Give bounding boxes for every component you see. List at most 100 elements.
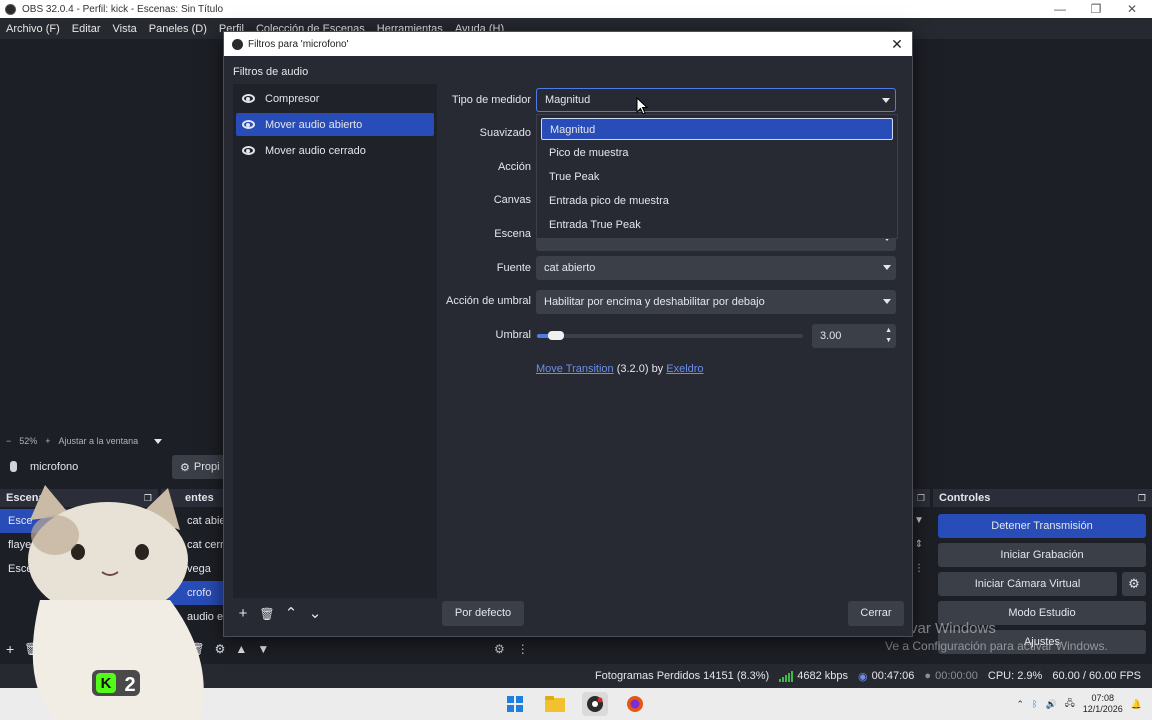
smoothing-label: Suavizado <box>479 127 531 139</box>
source-select[interactable]: cat abierto <box>536 256 896 280</box>
minimize-icon[interactable]: — <box>1042 0 1078 18</box>
move-filter-up-icon[interactable]: ⌃ <box>281 604 301 624</box>
zoom-out-button[interactable]: − <box>6 436 11 446</box>
source-item[interactable]: audio es <box>161 605 226 629</box>
windows-taskbar: ⌃ ᛒ 🔊 🖧 07:08 12/1/2026 🔔 <box>0 688 1152 720</box>
filter-item-move-audio-closed[interactable]: Mover audio cerrado <box>236 139 434 162</box>
bitrate-value: 4682 kbps <box>797 670 848 682</box>
properties-label: Propi <box>193 461 220 473</box>
mouse-cursor-icon <box>636 97 648 115</box>
file-explorer-icon[interactable] <box>542 692 568 716</box>
remove-source-icon[interactable]: 🗑 <box>189 642 204 656</box>
move-down-icon[interactable]: ▼ <box>257 642 269 656</box>
more-options-icon[interactable]: ⋮ <box>912 563 926 581</box>
system-tray: ⌃ ᛒ 🔊 🖧 07:08 12/1/2026 🔔 <box>1017 688 1152 720</box>
streaming-time-value: 00:47:06 <box>871 670 915 682</box>
threshold-spinbox[interactable]: 3.00 ▲ ▼ <box>812 324 896 348</box>
plugin-info: Move Transition (3.2.0) by Exeldro <box>536 363 704 375</box>
add-scene-icon[interactable]: + <box>6 641 14 657</box>
source-item[interactable]: cat abie <box>161 509 226 533</box>
notification-bell-icon[interactable]: 🔔 <box>1131 699 1142 710</box>
spin-up-icon[interactable]: ▲ <box>885 327 892 335</box>
remove-scene-icon[interactable]: 🗑 <box>24 642 39 656</box>
menu-view[interactable]: Vista <box>107 23 143 35</box>
more-options-icon[interactable]: ⋮ <box>517 642 529 656</box>
chevron-down-icon <box>883 265 891 270</box>
zoom-in-button[interactable]: + <box>45 436 50 446</box>
scene-item[interactable]: flayer <box>0 533 158 557</box>
plugin-name-link[interactable]: Move Transition <box>536 363 614 375</box>
microphone-icon <box>10 461 17 472</box>
window-title: OBS 32.0.4 - Perfil: kick - Escenas: Sin… <box>22 3 224 15</box>
scene-label: Escena <box>494 228 531 240</box>
move-filter-down-icon[interactable]: ⌄ <box>305 604 325 624</box>
spin-down-icon[interactable]: ▼ <box>885 337 892 345</box>
filter-item-move-audio-open[interactable]: Mover audio abierto <box>236 113 434 136</box>
chevron-down-icon[interactable]: ▼ <box>912 515 926 533</box>
defaults-button[interactable]: Por defecto <box>442 601 524 626</box>
dropdown-option[interactable]: Entrada True Peak <box>541 214 893 236</box>
add-filter-icon[interactable]: + <box>233 604 253 624</box>
properties-button[interactable]: ⚙ Propi <box>172 455 230 479</box>
broadcast-icon: ◉ <box>857 670 868 683</box>
fit-to-window-button[interactable]: Ajustar a la ventana <box>59 436 139 446</box>
menu-docks[interactable]: Paneles (D) <box>143 23 213 35</box>
firefox-icon[interactable] <box>622 692 648 716</box>
streaming-time: ◉ 00:47:06 <box>858 670 914 683</box>
canvas-label: Canvas <box>493 194 531 206</box>
source-settings-icon[interactable]: ⚙ <box>215 642 226 656</box>
eye-icon[interactable] <box>242 120 255 129</box>
obs-logo-icon <box>5 3 16 15</box>
remove-filter-icon[interactable]: 🗑 <box>257 604 277 624</box>
source-item[interactable]: crofo <box>161 581 226 605</box>
threshold-action-select[interactable]: Habilitar por encima y deshabilitar por … <box>536 290 896 314</box>
menu-edit[interactable]: Editar <box>66 23 107 35</box>
plugin-version: (3.2.0) by <box>616 363 664 375</box>
windows-start-icon[interactable] <box>502 692 528 716</box>
plugin-author-link[interactable]: Exeldro <box>666 363 703 375</box>
controls-dock-title: Controles <box>939 492 991 504</box>
eye-icon[interactable] <box>242 146 255 155</box>
dropdown-option[interactable]: True Peak <box>541 166 893 188</box>
network-icon[interactable]: 🖧 <box>1065 696 1075 712</box>
scene-item[interactable]: Esce <box>0 509 158 533</box>
threshold-slider[interactable] <box>537 331 803 340</box>
dock-float-icon[interactable]: ❐ <box>144 493 152 504</box>
chevron-down-icon[interactable] <box>154 438 163 444</box>
volume-icon[interactable]: 🔊 <box>1045 699 1056 710</box>
recording-time-value: 00:00:00 <box>935 670 978 682</box>
spin-arrows-icon[interactable]: ⇕ <box>912 539 926 557</box>
stop-streaming-button[interactable]: Detener Transmisión <box>938 514 1146 538</box>
obs-taskbar-icon[interactable] <box>582 692 608 716</box>
filter-toolbar: + 🗑 ⌃ ⌄ <box>233 604 325 624</box>
dropdown-option[interactable]: Entrada pico de muestra <box>541 190 893 212</box>
filter-item-compressor[interactable]: Compresor <box>236 87 434 110</box>
source-value: cat abierto <box>544 262 596 274</box>
move-up-icon[interactable]: ▲ <box>235 642 247 656</box>
meter-type-select[interactable]: Magnitud <box>536 88 896 112</box>
mixer-dock-float-icon[interactable]: ❐ <box>912 489 930 507</box>
bluetooth-icon[interactable]: ᛒ <box>1032 699 1037 709</box>
dropdown-option[interactable]: Pico de muestra <box>541 142 893 164</box>
dropdown-option[interactable]: Magnitud <box>541 118 893 140</box>
start-virtual-camera-button[interactable]: Iniciar Cámara Virtual <box>938 572 1117 596</box>
menu-file[interactable]: Archivo (F) <box>0 23 66 35</box>
close-button[interactable]: Cerrar <box>848 601 904 626</box>
virtual-camera-settings-button[interactable]: ⚙ <box>1122 572 1146 596</box>
taskbar-clock[interactable]: 07:08 12/1/2026 <box>1083 693 1123 715</box>
eye-icon[interactable] <box>242 94 255 103</box>
close-icon[interactable]: ✕ <box>888 35 906 53</box>
clock-time: 07:08 <box>1091 693 1115 703</box>
scene-item[interactable]: Escena <box>0 557 158 581</box>
dock-float-icon[interactable]: ❐ <box>1138 493 1146 504</box>
chevron-down-icon <box>883 299 891 304</box>
source-item[interactable]: cat cerra <box>161 533 226 557</box>
chevron-up-icon[interactable]: ⌃ <box>1017 699 1025 710</box>
threshold-slider-handle[interactable] <box>548 331 564 340</box>
restore-icon[interactable]: ❐ <box>1078 0 1114 18</box>
advanced-audio-icon[interactable]: ⚙ <box>494 642 505 656</box>
dialog-title-bar: Filtros para 'microfono' ✕ <box>224 32 912 56</box>
start-recording-button[interactable]: Iniciar Grabación <box>938 543 1146 567</box>
close-window-icon[interactable]: ✕ <box>1114 0 1150 18</box>
source-item[interactable]: vega <box>161 557 226 581</box>
